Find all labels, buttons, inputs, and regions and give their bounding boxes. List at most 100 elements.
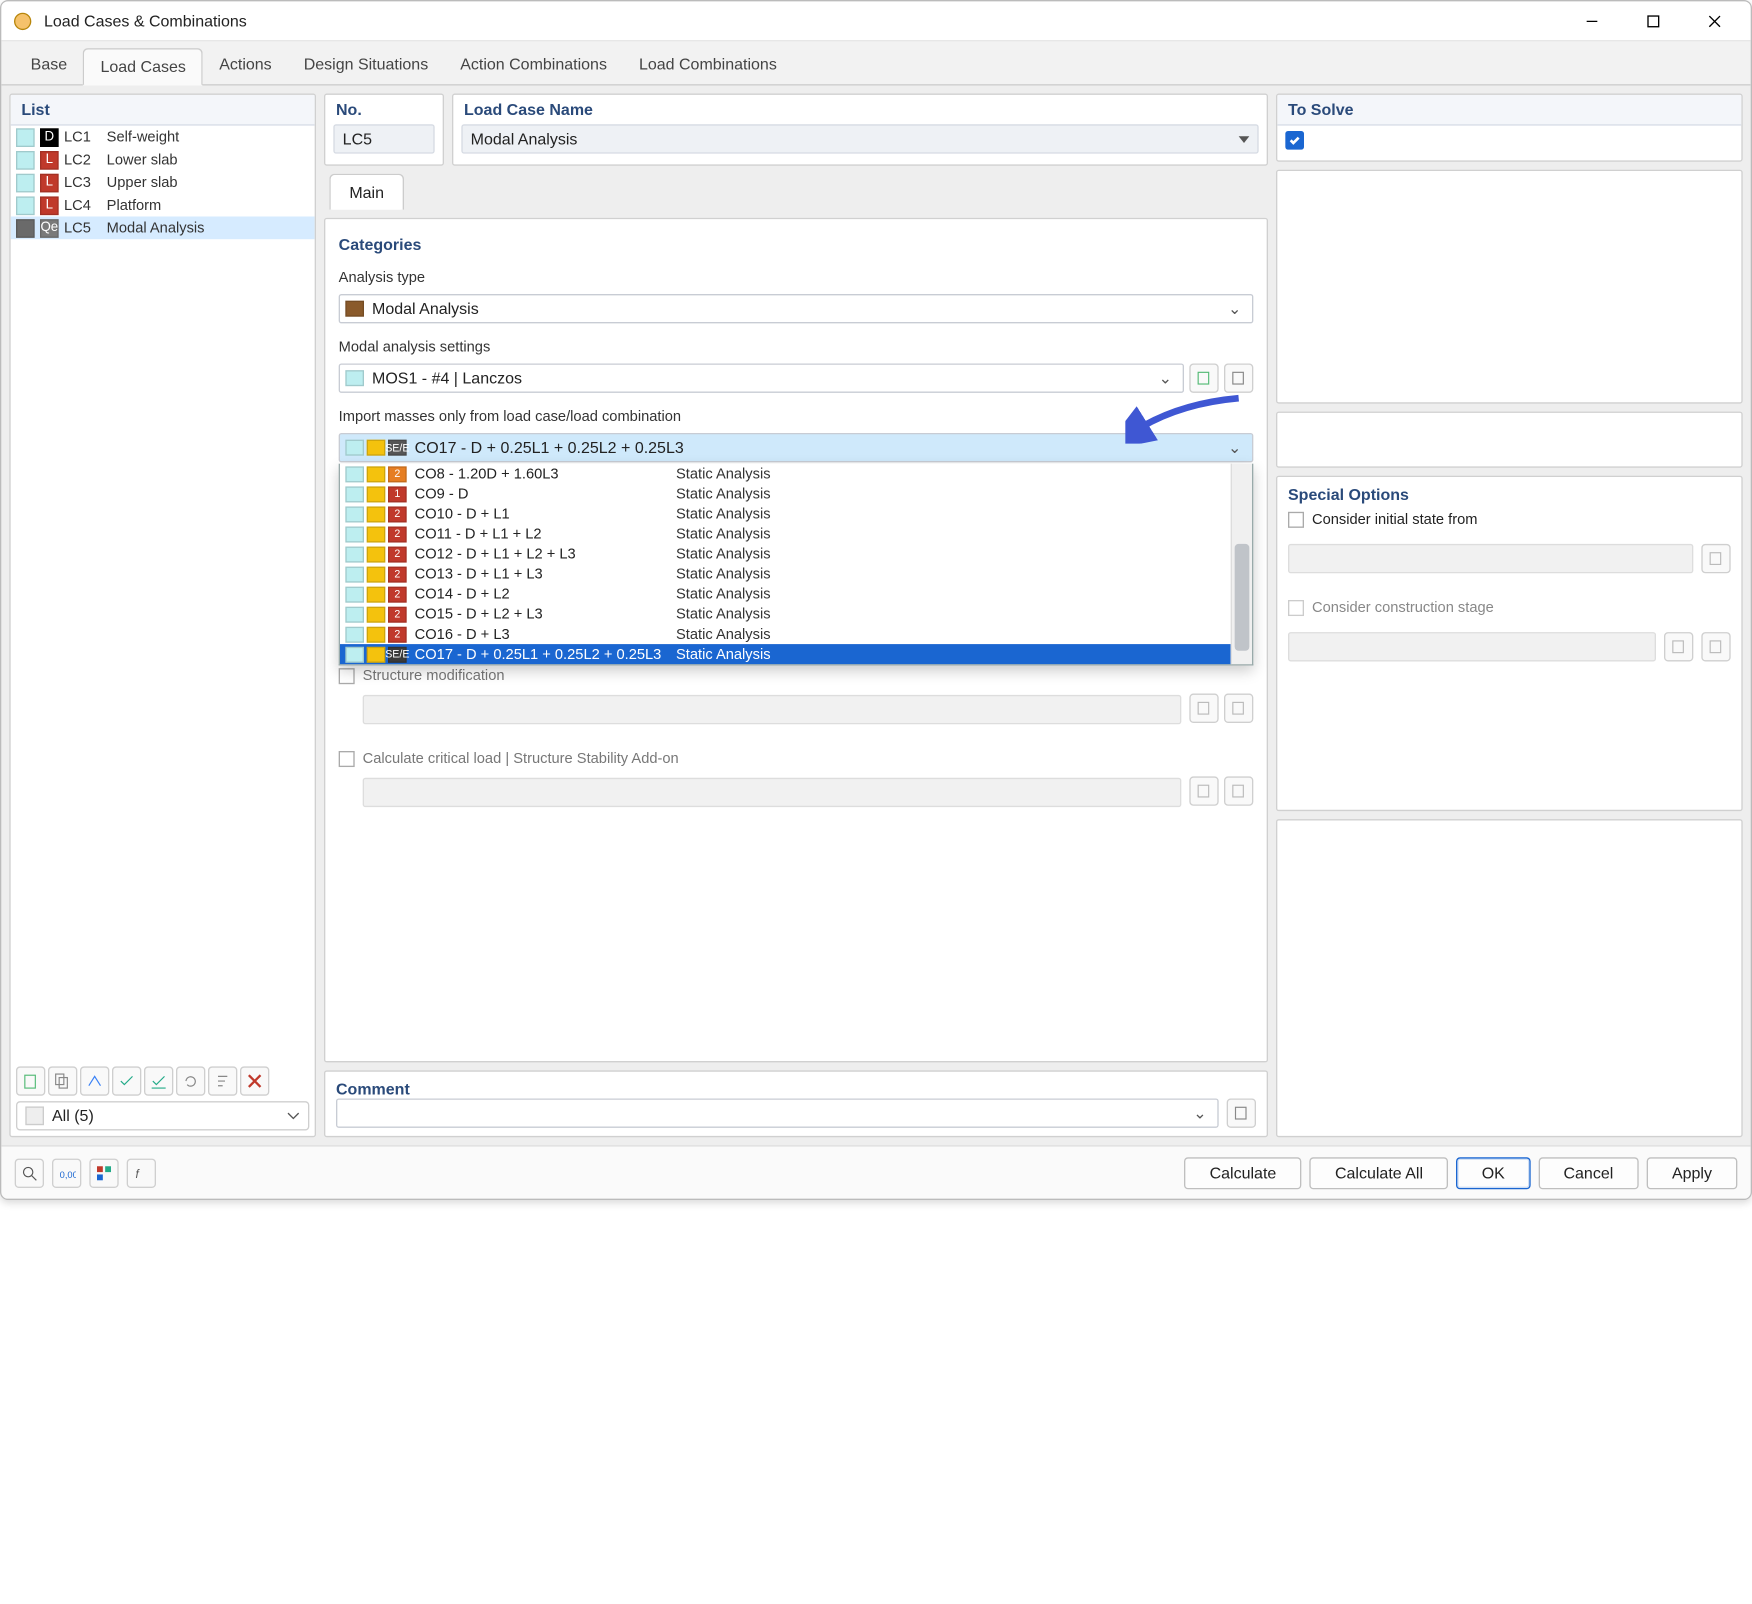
name-value: Modal Analysis: [471, 130, 578, 149]
item-type: Static Analysis: [676, 546, 771, 562]
critical-load-checkbox[interactable]: [339, 751, 355, 767]
assign-icon[interactable]: [80, 1066, 109, 1095]
categories-header: Categories: [339, 235, 1254, 254]
item-name: CO8 - 1.20D + 1.60L3: [415, 466, 668, 482]
color-swatch: [16, 128, 35, 147]
function-icon[interactable]: f: [127, 1158, 156, 1187]
list-filter-select[interactable]: All (5): [16, 1101, 309, 1130]
filter-swatch: [25, 1106, 44, 1125]
ok-button[interactable]: OK: [1456, 1157, 1530, 1189]
dropdown-item[interactable]: 2CO13 - D + L1 + L3Static Analysis: [340, 564, 1231, 584]
type-swatch: [345, 301, 364, 317]
colors-icon[interactable]: [89, 1158, 118, 1187]
dropdown-item[interactable]: 2CO8 - 1.20D + 1.60L3Static Analysis: [340, 464, 1231, 484]
critical-load-new-icon[interactable]: [1189, 776, 1218, 805]
analysis-type-value: Modal Analysis: [372, 299, 479, 318]
tab-load-cases[interactable]: Load Cases: [83, 48, 203, 85]
apply-button[interactable]: Apply: [1647, 1157, 1738, 1189]
critical-load-edit-icon[interactable]: [1224, 776, 1253, 805]
no-label: No.: [325, 95, 442, 124]
minimize-button[interactable]: [1561, 1, 1622, 41]
construction-stage-checkbox[interactable]: [1288, 600, 1304, 616]
uncheck-all-icon[interactable]: [144, 1066, 173, 1095]
scrollbar-thumb[interactable]: [1235, 544, 1250, 651]
dropdown-item[interactable]: 2CO12 - D + L1 + L2 + L3Static Analysis: [340, 544, 1231, 564]
tab-load-combinations[interactable]: Load Combinations: [623, 47, 793, 84]
item-swatches: 2: [345, 586, 406, 602]
lc-id: LC3: [64, 174, 101, 190]
comment-edit-icon[interactable]: [1227, 1098, 1256, 1127]
tab-base[interactable]: Base: [15, 47, 83, 84]
no-input[interactable]: LC5: [333, 124, 434, 153]
chevron-down-icon: [287, 1109, 300, 1122]
delete-icon[interactable]: [240, 1066, 269, 1095]
calculate-button[interactable]: Calculate: [1184, 1157, 1301, 1189]
tab-action-combinations[interactable]: Action Combinations: [444, 47, 623, 84]
dropdown-scrollbar[interactable]: [1231, 464, 1252, 664]
maximize-button[interactable]: [1623, 1, 1684, 41]
import-swatches: SE/E: [345, 440, 406, 456]
dropdown-item[interactable]: SE/ECO17 - D + 0.25L1 + 0.25L2 + 0.25L3S…: [340, 644, 1231, 664]
item-name: CO14 - D + L2: [415, 586, 668, 602]
import-masses-select[interactable]: SE/E CO17 - D + 0.25L1 + 0.25L2 + 0.25L3…: [339, 433, 1254, 462]
analysis-type-select[interactable]: Modal Analysis ⌄: [339, 294, 1254, 323]
color-swatch: [16, 173, 35, 192]
sort-icon[interactable]: [208, 1066, 237, 1095]
modal-settings-value: MOS1 - #4 | Lanczos: [372, 369, 522, 388]
check-all-icon[interactable]: [112, 1066, 141, 1095]
edit-settings-icon[interactable]: [1224, 363, 1253, 392]
dropdown-item[interactable]: 2CO16 - D + L3Static Analysis: [340, 624, 1231, 644]
chevron-down-icon: ⌄: [1153, 369, 1177, 388]
item-swatches: SE/E: [345, 646, 406, 662]
units-icon[interactable]: 0,00: [52, 1158, 81, 1187]
calculate-all-button[interactable]: Calculate All: [1310, 1157, 1449, 1189]
cancel-button[interactable]: Cancel: [1538, 1157, 1638, 1189]
list-item[interactable]: L LC4 Platform: [11, 194, 315, 217]
dropdown-item[interactable]: 2CO14 - D + L2Static Analysis: [340, 584, 1231, 604]
list-item[interactable]: L LC3 Upper slab: [11, 171, 315, 194]
color-swatch: [16, 196, 35, 215]
close-button[interactable]: [1684, 1, 1745, 41]
initial-state-edit-icon[interactable]: [1701, 544, 1730, 573]
list-item[interactable]: Qe LC5 Modal Analysis: [11, 216, 315, 239]
analysis-type-label: Analysis type: [339, 270, 1254, 286]
special-options-title: Special Options: [1288, 485, 1731, 504]
new-settings-icon[interactable]: [1189, 363, 1218, 392]
tab-actions[interactable]: Actions: [203, 47, 287, 84]
struct-mod-edit-icon[interactable]: [1224, 694, 1253, 723]
tab-main[interactable]: Main: [329, 174, 404, 210]
dropdown-item[interactable]: 2CO10 - D + L1Static Analysis: [340, 504, 1231, 524]
refresh-icon[interactable]: [176, 1066, 205, 1095]
struct-mod-new-icon[interactable]: [1189, 694, 1218, 723]
list-item[interactable]: D LC1 Self-weight: [11, 126, 315, 149]
category-badge: L: [40, 150, 59, 169]
tab-design-situations[interactable]: Design Situations: [288, 47, 445, 84]
category-badge: D: [40, 128, 59, 147]
modal-settings-select[interactable]: MOS1 - #4 | Lanczos ⌄: [339, 363, 1184, 392]
dropdown-item[interactable]: 2CO15 - D + L2 + L3Static Analysis: [340, 604, 1231, 624]
to-solve-checkbox[interactable]: [1285, 131, 1304, 150]
comment-input[interactable]: ⌄: [336, 1098, 1219, 1127]
dropdown-item[interactable]: 1CO9 - DStatic Analysis: [340, 484, 1231, 504]
initial-state-field: [1288, 544, 1693, 573]
item-swatches: 2: [345, 606, 406, 622]
new-icon[interactable]: [16, 1066, 45, 1095]
right-empty-panel: [1276, 818, 1743, 1137]
item-name: CO13 - D + L1 + L3: [415, 566, 668, 582]
construction-stage-new-icon[interactable]: [1664, 632, 1693, 661]
to-solve-title: To Solve: [1277, 95, 1741, 126]
list-item[interactable]: L LC2 Lower slab: [11, 148, 315, 171]
construction-stage-edit-icon[interactable]: [1701, 632, 1730, 661]
item-type: Static Analysis: [676, 626, 771, 642]
initial-state-checkbox[interactable]: [1288, 512, 1304, 528]
structure-modification-checkbox[interactable]: [339, 668, 355, 684]
copy-icon[interactable]: [48, 1066, 77, 1095]
search-icon[interactable]: [15, 1158, 44, 1187]
dropdown-item[interactable]: 2CO11 - D + L1 + L2Static Analysis: [340, 524, 1231, 544]
filter-value: All (5): [52, 1106, 94, 1125]
item-name: CO17 - D + 0.25L1 + 0.25L2 + 0.25L3: [415, 646, 668, 662]
item-swatches: 2: [345, 626, 406, 642]
item-swatches: 1: [345, 486, 406, 502]
name-input[interactable]: Modal Analysis: [461, 124, 1258, 153]
no-field-group: No. LC5: [324, 94, 444, 166]
